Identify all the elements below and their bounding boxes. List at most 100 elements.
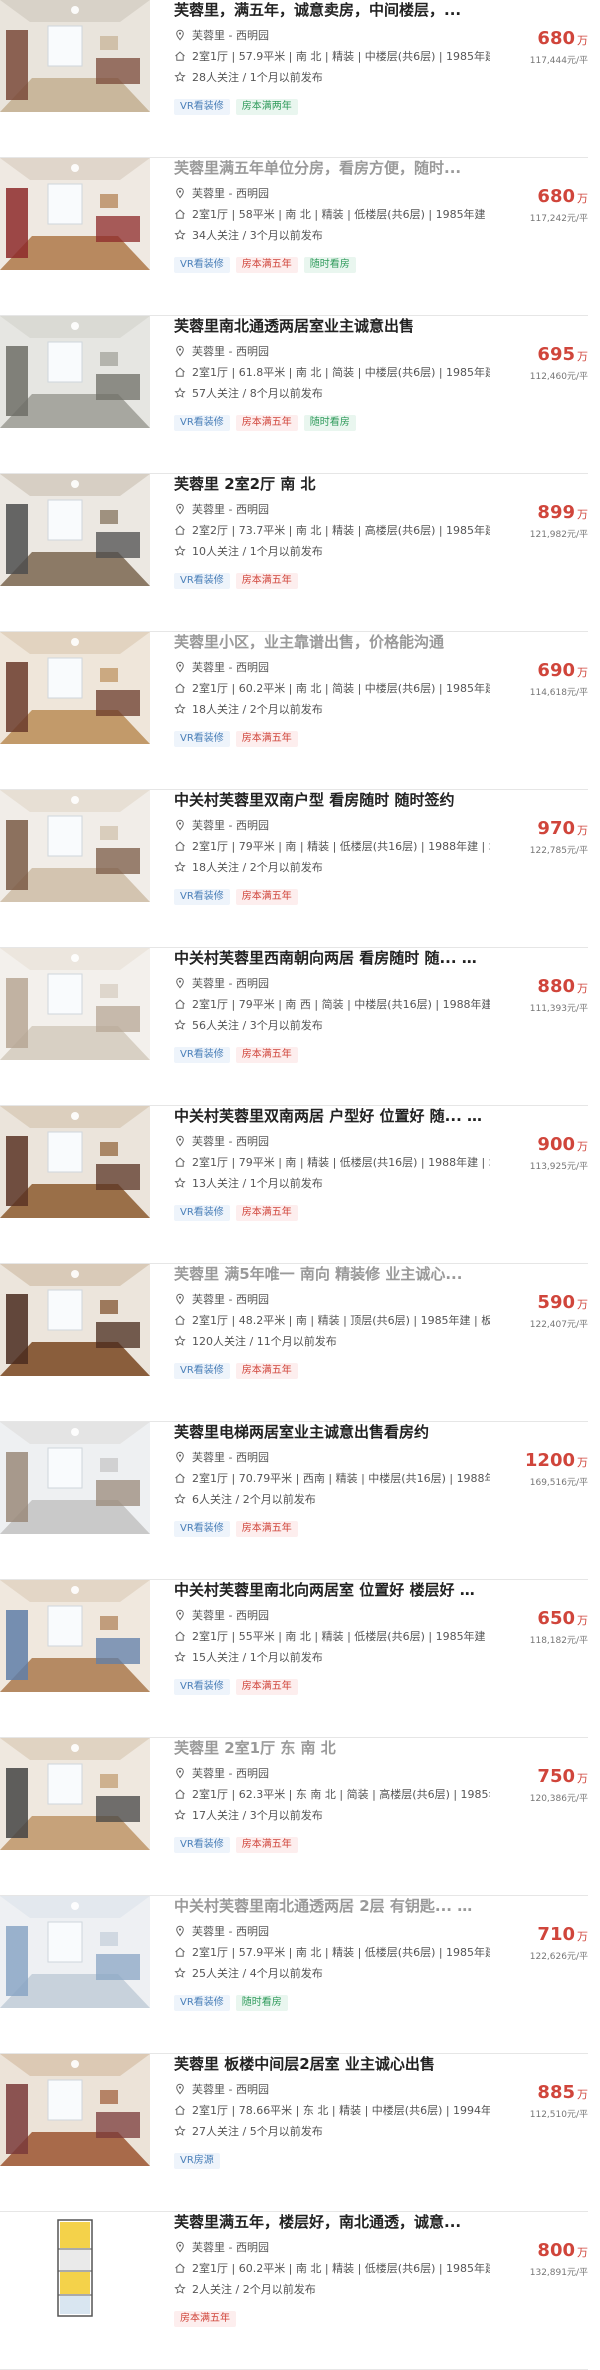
listing-item[interactable]: 中关村芙蓉里双南户型 看房随时 随时签约 芙蓉里 - 西明园 2室1厅 | 79… (0, 790, 588, 948)
listing-item[interactable]: 芙蓉里小区，业主靠谱出售，价格能沟通 芙蓉里 - 西明园 2室1厅 | 60.2… (0, 632, 588, 790)
listing-title-text[interactable]: 芙蓉里 2室2厅 南 北 (174, 475, 316, 493)
listing-title-text[interactable]: 芙蓉里，满五年，诚意卖房，中间楼层，... (174, 1, 461, 19)
house-specs: 2室1厅 | 60.2平米 | 南 北 | 精装 | 低楼层(共6层) | 19… (192, 2262, 490, 2275)
community-name[interactable]: 芙蓉里 - 西明园 (192, 1609, 269, 1622)
community-line: 芙蓉里 - 西明园 (174, 1924, 490, 1940)
community-name[interactable]: 芙蓉里 - 西明园 (192, 1135, 269, 1148)
listing-title-text[interactable]: 芙蓉里电梯两居室业主诚意出售看房约 (174, 1423, 429, 1441)
listing-title[interactable]: 中关村芙蓉里西南朝向两居 看房随时 随... 新上好房 (174, 948, 490, 968)
community-name[interactable]: 芙蓉里 - 西明园 (192, 503, 269, 516)
listing-photo[interactable] (0, 632, 150, 744)
listing-item[interactable]: 中关村芙蓉里南北通透两居 2层 有钥匙... 新上好房 芙蓉里 - 西明园 2室… (0, 1896, 588, 2054)
listing-title[interactable]: 芙蓉里 2室1厅 东 南 北 (174, 1738, 490, 1758)
community-name[interactable]: 芙蓉里 - 西明园 (192, 187, 269, 200)
house-icon (174, 50, 186, 62)
room-photo (0, 632, 150, 744)
listing-title-text[interactable]: 芙蓉里 板楼中间层2居室 业主诚心出售 (174, 2055, 435, 2073)
price-unit: 万 (577, 1140, 588, 1153)
community-name[interactable]: 芙蓉里 - 西明园 (192, 1451, 269, 1464)
listing-photo[interactable] (0, 1896, 150, 2008)
listing-photo[interactable] (0, 2054, 150, 2166)
listing-title-text[interactable]: 中关村芙蓉里西南朝向两居 看房随时 随... (174, 949, 457, 967)
community-name[interactable]: 芙蓉里 - 西明园 (192, 345, 269, 358)
house-icon (174, 1630, 186, 1642)
listing-title-text[interactable]: 芙蓉里 2室1厅 东 南 北 (174, 1739, 336, 1757)
listing-photo[interactable] (0, 316, 150, 428)
followers-text: 6人关注 / 2个月以前发布 (192, 1493, 316, 1506)
listing-title[interactable]: 芙蓉里满五年，楼层好，南北通透，诚意... (174, 2212, 490, 2232)
listing-title-text[interactable]: 芙蓉里满五年单位分房，看房方便，随时... (174, 159, 461, 177)
specs-line: 2室1厅 | 55平米 | 南 北 | 精装 | 低楼层(共6层) | 1985… (174, 1629, 490, 1645)
listing-title-text[interactable]: 中关村芙蓉里双南两居 户型好 位置好 随... (174, 1107, 462, 1125)
listing-item[interactable]: 芙蓉里 2室1厅 东 南 北 芙蓉里 - 西明园 2室1厅 | 62.3平米 |… (0, 1738, 588, 1896)
house-specs: 2室1厅 | 79平米 | 南 | 精装 | 低楼层(共16层) | 1988年… (192, 1156, 490, 1169)
listing-photo[interactable] (0, 948, 150, 1060)
followers-line: 18人关注 / 2个月以前发布 (174, 860, 490, 876)
listing-photo[interactable] (0, 1264, 150, 1376)
location-pin-icon (174, 1609, 186, 1621)
community-name[interactable]: 芙蓉里 - 西明园 (192, 1767, 269, 1780)
community-name[interactable]: 芙蓉里 - 西明园 (192, 2241, 269, 2254)
followers-text: 27人关注 / 5个月以前发布 (192, 2125, 323, 2138)
listing-title-text[interactable]: 中关村芙蓉里南北通透两居 2层 有钥匙... (174, 1897, 452, 1915)
listing-title[interactable]: 芙蓉里南北通透两居室业主诚意出售 (174, 316, 490, 336)
price-block: 900 万 113,925元/平 (488, 1134, 588, 1172)
listing-photo[interactable] (0, 0, 150, 112)
tag-vr: VR看装修 (174, 1995, 230, 2011)
community-name[interactable]: 芙蓉里 - 西明园 (192, 29, 269, 42)
listing-title-text[interactable]: 芙蓉里南北通透两居室业主诚意出售 (174, 317, 414, 335)
listing-photo[interactable] (0, 1738, 150, 1850)
listing-title[interactable]: 芙蓉里满五年单位分房，看房方便，随时... (174, 158, 490, 178)
listing-item[interactable]: 中关村芙蓉里双南两居 户型好 位置好 随... 新上好房 芙蓉里 - 西明园 2… (0, 1106, 588, 1264)
listing-info: 芙蓉里电梯两居室业主诚意出售看房约 芙蓉里 - 西明园 2室1厅 | 70.79… (174, 1422, 490, 1537)
listing-photo[interactable] (0, 1106, 150, 1218)
listing-title-text[interactable]: 芙蓉里小区，业主靠谱出售，价格能沟通 (174, 633, 444, 651)
community-name[interactable]: 芙蓉里 - 西明园 (192, 1925, 269, 1938)
listing-title[interactable]: 芙蓉里 满5年唯一 南向 精装修 业主诚心... (174, 1264, 490, 1284)
listing-info: 中关村芙蓉里双南户型 看房随时 随时签约 芙蓉里 - 西明园 2室1厅 | 79… (174, 790, 490, 905)
community-name[interactable]: 芙蓉里 - 西明园 (192, 819, 269, 832)
listing-item[interactable]: 芙蓉里满五年，楼层好，南北通透，诚意... 芙蓉里 - 西明园 2室1厅 | 6… (0, 2212, 588, 2370)
listing-title[interactable]: 中关村芙蓉里南北通透两居 2层 有钥匙... 新上好房 (174, 1896, 490, 1916)
listing-item[interactable]: 芙蓉里，满五年，诚意卖房，中间楼层，... 芙蓉里 - 西明园 2室1厅 | 5… (0, 0, 588, 158)
listing-item[interactable]: 芙蓉里满五年单位分房，看房方便，随时... 芙蓉里 - 西明园 2室1厅 | 5… (0, 158, 588, 316)
listing-item[interactable]: 芙蓉里 2室2厅 南 北 芙蓉里 - 西明园 2室2厅 | 73.7平米 | 南… (0, 474, 588, 632)
listing-photo[interactable] (0, 158, 150, 270)
listing-title[interactable]: 芙蓉里，满五年，诚意卖房，中间楼层，... (174, 0, 490, 20)
listing-title-text[interactable]: 芙蓉里 满5年唯一 南向 精装修 业主诚心... (174, 1265, 462, 1283)
listing-photo[interactable] (0, 790, 150, 902)
listing-title[interactable]: 芙蓉里 板楼中间层2居室 业主诚心出售 (174, 2054, 490, 2074)
listing-item[interactable]: 中关村芙蓉里南北向两居室 位置好 楼层好 新上好房 芙蓉里 - 西明园 2室1厅… (0, 1580, 588, 1738)
listing-item[interactable]: 芙蓉里南北通透两居室业主诚意出售 芙蓉里 - 西明园 2室1厅 | 61.8平米… (0, 316, 588, 474)
community-name[interactable]: 芙蓉里 - 西明园 (192, 661, 269, 674)
star-icon (174, 1335, 186, 1347)
listing-photo[interactable] (0, 2212, 150, 2324)
tag-tax: 房本满五年 (235, 1047, 298, 1063)
tag-vr: VR看装修 (174, 257, 230, 273)
listing-item[interactable]: 芙蓉里电梯两居室业主诚意出售看房约 芙蓉里 - 西明园 2室1厅 | 70.79… (0, 1422, 588, 1580)
listing-title[interactable]: 中关村芙蓉里双南两居 户型好 位置好 随... 新上好房 (174, 1106, 490, 1126)
house-icon (174, 1788, 186, 1800)
price-block: 710 万 122,626元/平 (488, 1924, 588, 1962)
listing-item[interactable]: 芙蓉里 满5年唯一 南向 精装修 业主诚心... 芙蓉里 - 西明园 2室1厅 … (0, 1264, 588, 1422)
listing-photo[interactable] (0, 1422, 150, 1534)
tag-list: VR看装修 随时看房 (174, 1990, 490, 2011)
listing-title[interactable]: 芙蓉里电梯两居室业主诚意出售看房约 (174, 1422, 490, 1442)
community-line: 芙蓉里 - 西明园 (174, 1134, 490, 1150)
listing-title-text[interactable]: 中关村芙蓉里双南户型 看房随时 随时签约 (174, 791, 454, 809)
community-name[interactable]: 芙蓉里 - 西明园 (192, 1293, 269, 1306)
listing-title[interactable]: 中关村芙蓉里南北向两居室 位置好 楼层好 新上好房 (174, 1580, 490, 1600)
listing-photo[interactable] (0, 1580, 150, 1692)
listing-title-text[interactable]: 芙蓉里满五年，楼层好，南北通透，诚意... (174, 2213, 461, 2231)
listing-photo[interactable] (0, 474, 150, 586)
location-pin-icon (174, 1293, 186, 1305)
listing-title-text[interactable]: 中关村芙蓉里南北向两居室 位置好 楼层好 (174, 1581, 454, 1599)
listing-title[interactable]: 芙蓉里小区，业主靠谱出售，价格能沟通 (174, 632, 490, 652)
listing-item[interactable]: 芙蓉里 板楼中间层2居室 业主诚心出售 芙蓉里 - 西明园 2室1厅 | 78.… (0, 2054, 588, 2212)
listing-item[interactable]: 中关村芙蓉里西南朝向两居 看房随时 随... 新上好房 芙蓉里 - 西明园 2室… (0, 948, 588, 1106)
community-name[interactable]: 芙蓉里 - 西明园 (192, 2083, 269, 2096)
listing-title[interactable]: 芙蓉里 2室2厅 南 北 (174, 474, 490, 494)
community-line: 芙蓉里 - 西明园 (174, 2082, 490, 2098)
community-name[interactable]: 芙蓉里 - 西明园 (192, 977, 269, 990)
listing-title[interactable]: 中关村芙蓉里双南户型 看房随时 随时签约 (174, 790, 490, 810)
